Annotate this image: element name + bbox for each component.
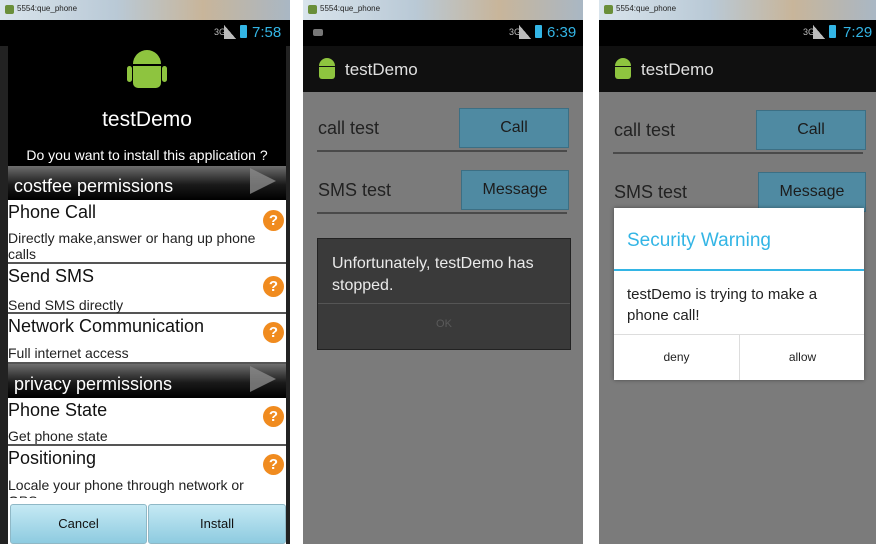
app-title: testDemo bbox=[641, 60, 714, 79]
call-test-label: call test bbox=[614, 120, 676, 140]
permission-description: Directly make,answer or hang up phone ca… bbox=[8, 230, 256, 262]
crash-screen: 5554:que_phone 3G 6:39 testDemo call tes… bbox=[303, 0, 583, 544]
permission-description: Locale your phone through network or GPS bbox=[8, 477, 244, 498]
permission-title: Positioning bbox=[8, 448, 97, 468]
app-title: testDemo bbox=[345, 60, 418, 79]
permission-item-send-sms[interactable]: Send SMS Send SMS directly ? bbox=[8, 264, 286, 314]
permission-description: Send SMS directly bbox=[8, 297, 124, 313]
emulator-window-title: 5554:que_phone bbox=[320, 4, 381, 13]
android-logo-icon bbox=[613, 58, 633, 80]
permission-description: Get phone state bbox=[8, 428, 108, 444]
chevron-right-icon bbox=[250, 366, 276, 392]
deny-button[interactable]: deny bbox=[614, 335, 739, 380]
call-button[interactable]: Call bbox=[756, 110, 866, 150]
error-dialog: Unfortunately, testDemo has stopped. OK bbox=[317, 238, 571, 350]
clock: 7:58 bbox=[252, 24, 282, 41]
signal-icon bbox=[224, 25, 236, 39]
emulator-title-bar: 5554:que_phone bbox=[0, 0, 290, 20]
message-button[interactable]: Message bbox=[758, 172, 866, 212]
help-icon[interactable]: ? bbox=[263, 406, 284, 427]
help-icon[interactable]: ? bbox=[263, 210, 284, 231]
help-icon[interactable]: ? bbox=[263, 276, 284, 297]
android-logo-icon bbox=[317, 58, 337, 80]
chevron-right-icon bbox=[250, 168, 276, 194]
permission-item-phone-state[interactable]: Phone State Get phone state ? bbox=[8, 398, 286, 446]
signal-icon bbox=[519, 25, 531, 39]
battery-icon bbox=[240, 25, 247, 38]
security-warning-dialog: Security Warning testDemo is trying to m… bbox=[614, 208, 864, 380]
divider bbox=[613, 152, 863, 154]
battery-icon bbox=[535, 25, 542, 38]
install-button[interactable]: Install bbox=[148, 504, 286, 544]
dialog-message: testDemo is trying to make a phone call! bbox=[627, 286, 818, 324]
app-content: call test Call SMS test Message Security… bbox=[599, 92, 876, 544]
button-bar: Cancel Install bbox=[8, 498, 286, 544]
divider bbox=[318, 303, 570, 304]
install-screen: 5554:que_phone 3G 7:58 testDemo Do you w… bbox=[0, 0, 290, 544]
call-test-label: call test bbox=[318, 118, 380, 138]
error-message: Unfortunately, testDemo has stopped. bbox=[332, 255, 534, 294]
app-content: call test Call SMS test Message Unfortun… bbox=[303, 92, 583, 544]
install-question: Do you want to install this application … bbox=[26, 147, 268, 163]
divider bbox=[317, 212, 567, 214]
status-bar: 3G 7:29 bbox=[599, 20, 876, 46]
section-header-costfee: costfee permissions bbox=[8, 166, 286, 200]
allow-button[interactable]: allow bbox=[740, 335, 865, 380]
emulator-app-icon bbox=[5, 5, 14, 14]
section-label: costfee permissions bbox=[14, 176, 174, 196]
android-logo-icon bbox=[127, 50, 167, 92]
permission-title: Send SMS bbox=[8, 266, 95, 286]
permission-title: Network Communication bbox=[8, 316, 205, 336]
signal-icon bbox=[813, 25, 825, 39]
emulator-title-bar: 5554:que_phone bbox=[599, 0, 876, 20]
dialog-title: Security Warning bbox=[627, 230, 771, 251]
action-bar: testDemo bbox=[599, 46, 876, 92]
app-title: testDemo bbox=[102, 108, 192, 131]
action-bar: testDemo bbox=[303, 46, 583, 92]
permission-description: Full internet access bbox=[8, 345, 129, 361]
sms-test-label: SMS test bbox=[614, 182, 688, 202]
sms-test-label: SMS test bbox=[318, 180, 392, 200]
clock: 6:39 bbox=[547, 24, 577, 41]
battery-icon bbox=[829, 25, 836, 38]
ok-button[interactable]: OK bbox=[318, 318, 570, 330]
permission-item-positioning[interactable]: Positioning Locale your phone through ne… bbox=[8, 446, 286, 498]
permission-title: Phone State bbox=[8, 400, 108, 420]
call-button[interactable]: Call bbox=[459, 108, 569, 148]
emulator-window-title: 5554:que_phone bbox=[17, 4, 78, 13]
cancel-button[interactable]: Cancel bbox=[10, 504, 147, 544]
status-bar: 3G 6:39 bbox=[303, 20, 583, 46]
emulator-app-icon bbox=[308, 5, 317, 14]
clock: 7:29 bbox=[843, 24, 873, 41]
permission-item-network[interactable]: Network Communication Full internet acce… bbox=[8, 314, 286, 364]
help-icon[interactable]: ? bbox=[263, 322, 284, 343]
emulator-window-title: 5554:que_phone bbox=[616, 4, 677, 13]
section-label: privacy permissions bbox=[14, 374, 173, 394]
permission-title: Phone Call bbox=[8, 202, 97, 222]
section-header-privacy: privacy permissions bbox=[8, 364, 286, 398]
emulator-title-bar: 5554:que_phone bbox=[303, 0, 583, 20]
dialog-title-divider bbox=[614, 269, 864, 271]
install-header: testDemo Do you want to install this app… bbox=[8, 46, 286, 166]
security-warning-screen: 5554:que_phone 3G 7:29 testDemo call tes… bbox=[599, 0, 876, 544]
message-button[interactable]: Message bbox=[461, 170, 569, 210]
help-icon[interactable]: ? bbox=[263, 454, 284, 475]
status-bar: 3G 7:58 bbox=[0, 20, 290, 46]
divider bbox=[317, 150, 567, 152]
permission-item-phone-call[interactable]: Phone Call Directly make,answer or hang … bbox=[8, 200, 286, 264]
emulator-app-icon bbox=[604, 5, 613, 14]
notification-icon bbox=[313, 29, 323, 36]
